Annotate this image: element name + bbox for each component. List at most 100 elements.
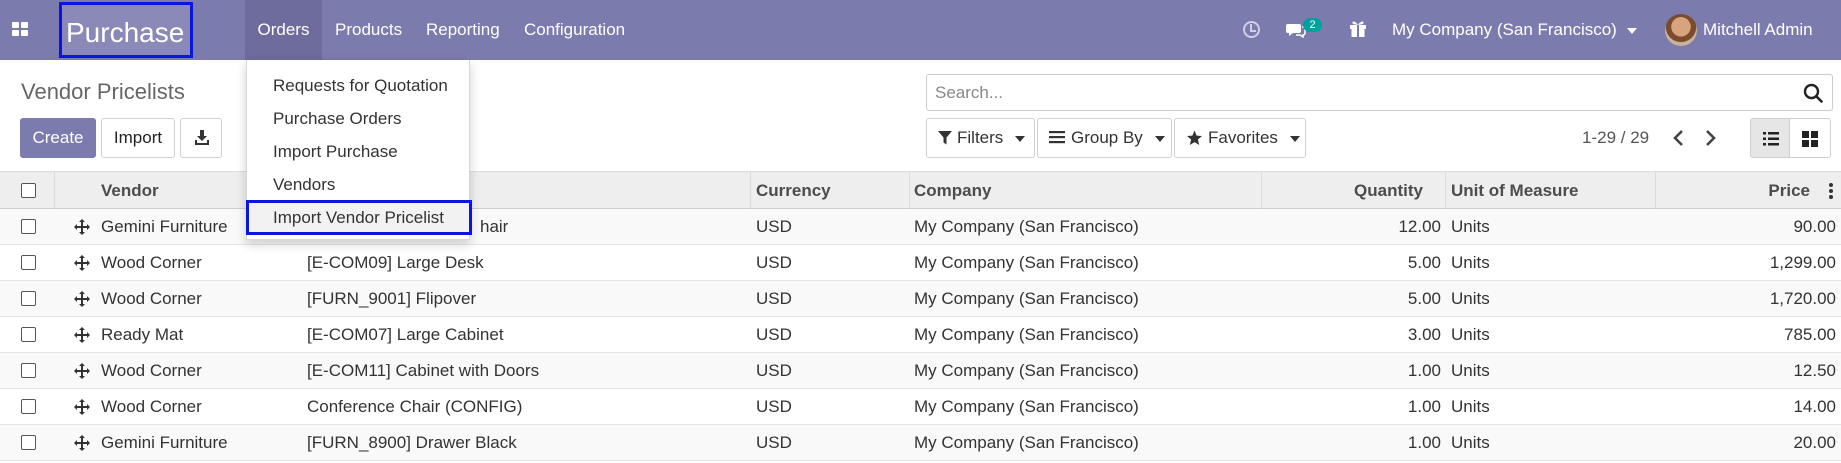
menu-item-vendors[interactable]: Vendors bbox=[247, 168, 471, 201]
gift-icon[interactable] bbox=[1349, 19, 1367, 38]
cell-product: [FURN_9001] Flipover bbox=[307, 289, 477, 308]
row-checkbox[interactable] bbox=[21, 363, 36, 378]
cell-company: My Company (San Francisco) bbox=[914, 361, 1139, 380]
cell-uom: Units bbox=[1451, 253, 1490, 272]
table-row[interactable]: Gemini Furniture [FURN_8900] Drawer Black… bbox=[0, 425, 1841, 461]
kanban-view-button[interactable] bbox=[1790, 118, 1831, 158]
row-checkbox[interactable] bbox=[21, 435, 36, 450]
menu-reporting[interactable]: Reporting bbox=[426, 0, 500, 60]
orders-dropdown-menu: Requests for Quotation Purchase Orders I… bbox=[246, 60, 472, 240]
menu-products[interactable]: Products bbox=[335, 0, 402, 60]
cell-product: hair bbox=[480, 217, 509, 236]
activity-clock-icon[interactable] bbox=[1243, 21, 1260, 38]
search-icon[interactable] bbox=[1803, 83, 1823, 103]
cell-currency: USD bbox=[756, 433, 792, 452]
select-all-checkbox[interactable] bbox=[21, 183, 36, 198]
cell-price: 1,720.00 bbox=[1769, 289, 1836, 308]
cell-currency: USD bbox=[756, 217, 792, 236]
column-header-vendor[interactable]: Vendor bbox=[101, 172, 159, 210]
drag-handle-icon[interactable] bbox=[74, 435, 90, 451]
cell-company: My Company (San Francisco) bbox=[914, 289, 1139, 308]
cell-product: [E-COM09] Large Desk bbox=[307, 253, 484, 272]
drag-handle-icon[interactable] bbox=[74, 255, 90, 271]
menu-item-requests-for-quotation[interactable]: Requests for Quotation bbox=[247, 69, 471, 102]
cell-quantity: 12.00 bbox=[1398, 217, 1441, 236]
list-bars-icon bbox=[1049, 131, 1065, 144]
column-header-price[interactable]: Price bbox=[1660, 172, 1810, 210]
cell-uom: Units bbox=[1451, 289, 1490, 308]
cell-currency: USD bbox=[756, 325, 792, 344]
user-name[interactable]: Mitchell Admin bbox=[1703, 0, 1813, 60]
cell-price: 14.00 bbox=[1793, 397, 1836, 416]
cell-price: 90.00 bbox=[1793, 217, 1836, 236]
menu-item-import-vendor-pricelist[interactable]: Import Vendor Pricelist bbox=[246, 200, 472, 235]
cell-price: 1,299.00 bbox=[1769, 253, 1836, 272]
cell-quantity: 1.00 bbox=[1407, 361, 1441, 380]
apps-menu-icon[interactable] bbox=[12, 22, 29, 38]
app-brand[interactable]: Purchase bbox=[59, 2, 193, 58]
menu-orders[interactable]: Orders bbox=[245, 0, 322, 60]
cell-quantity: 5.00 bbox=[1407, 253, 1441, 272]
cell-vendor: Gemini Furniture bbox=[101, 433, 228, 452]
pager-value[interactable]: 1-29 / 29 bbox=[1582, 118, 1649, 158]
chevron-down-icon bbox=[1015, 135, 1026, 142]
company-switcher[interactable]: My Company (San Francisco) bbox=[1392, 0, 1637, 60]
chat-count-badge: 2 bbox=[1303, 18, 1322, 32]
table-row[interactable]: Wood Corner [E-COM11] Cabinet with Doors U… bbox=[0, 353, 1841, 389]
cell-product: Conference Chair (CONFIG) bbox=[307, 397, 523, 416]
drag-handle-icon[interactable] bbox=[74, 399, 90, 415]
drag-handle-icon[interactable] bbox=[74, 291, 90, 307]
cell-uom: Units bbox=[1451, 361, 1490, 380]
cell-product: [E-COM07] Large Cabinet bbox=[307, 325, 504, 344]
cell-product: [E-COM11] Cabinet with Doors bbox=[307, 361, 540, 380]
column-header-currency[interactable]: Currency bbox=[756, 172, 831, 210]
cell-uom: Units bbox=[1451, 433, 1490, 452]
download-button[interactable] bbox=[180, 118, 222, 158]
table-row[interactable]: Ready Mat [E-COM07] Large Cabinet USD My Co… bbox=[0, 317, 1841, 353]
filters-dropdown[interactable]: Filters bbox=[926, 118, 1035, 158]
optional-columns-kebab-icon[interactable] bbox=[1829, 183, 1833, 199]
row-checkbox[interactable] bbox=[21, 327, 36, 342]
cell-quantity: 5.00 bbox=[1407, 289, 1441, 308]
cell-company: My Company (San Francisco) bbox=[914, 397, 1139, 416]
groupby-dropdown[interactable]: Group By bbox=[1037, 118, 1172, 158]
column-header-quantity[interactable]: Quantity bbox=[1266, 172, 1423, 210]
create-button[interactable]: Create bbox=[20, 118, 96, 158]
row-checkbox[interactable] bbox=[21, 219, 36, 234]
search-box bbox=[926, 74, 1833, 111]
menu-item-purchase-orders[interactable]: Purchase Orders bbox=[247, 102, 471, 135]
column-header-unit-of-measure[interactable]: Unit of Measure bbox=[1451, 172, 1579, 210]
cell-currency: USD bbox=[756, 361, 792, 380]
cell-uom: Units bbox=[1451, 397, 1490, 416]
page-title: Vendor Pricelists bbox=[21, 79, 185, 104]
table-row[interactable]: Wood Corner [E-COM09] Large Desk USD My Com… bbox=[0, 245, 1841, 281]
row-checkbox[interactable] bbox=[21, 255, 36, 270]
chevron-right-icon[interactable] bbox=[1697, 124, 1723, 152]
drag-handle-icon[interactable] bbox=[74, 327, 90, 343]
cell-company: My Company (San Francisco) bbox=[914, 433, 1139, 452]
column-header-company[interactable]: Company bbox=[914, 172, 991, 210]
cell-uom: Units bbox=[1451, 217, 1490, 236]
row-checkbox[interactable] bbox=[21, 291, 36, 306]
chevron-down-icon bbox=[1289, 135, 1300, 142]
menu-item-import-purchase[interactable]: Import Purchase bbox=[247, 135, 471, 168]
drag-handle-icon[interactable] bbox=[74, 363, 90, 379]
cell-vendor: Wood Corner bbox=[101, 289, 202, 308]
cell-product: [FURN_8900] Drawer Black bbox=[307, 433, 517, 452]
drag-handle-icon[interactable] bbox=[74, 219, 90, 235]
cell-vendor: Gemini Furniture bbox=[101, 217, 228, 236]
list-view-button[interactable] bbox=[1750, 118, 1790, 158]
favorites-label: Favorites bbox=[1208, 128, 1278, 147]
download-icon bbox=[195, 130, 209, 145]
cell-price: 785.00 bbox=[1784, 325, 1836, 344]
favorites-dropdown[interactable]: Favorites bbox=[1174, 118, 1306, 158]
table-row[interactable]: Wood Corner Conference Chair (CONFIG) USD M… bbox=[0, 389, 1841, 425]
table-row[interactable]: Wood Corner [FURN_9001] Flipover USD My Com… bbox=[0, 281, 1841, 317]
chevron-left-icon[interactable] bbox=[1666, 124, 1692, 152]
menu-configuration[interactable]: Configuration bbox=[524, 0, 625, 60]
row-checkbox[interactable] bbox=[21, 399, 36, 414]
cell-vendor: Wood Corner bbox=[101, 253, 202, 272]
import-button[interactable]: Import bbox=[101, 118, 175, 158]
search-input[interactable] bbox=[935, 83, 1795, 103]
avatar[interactable] bbox=[1665, 14, 1697, 46]
